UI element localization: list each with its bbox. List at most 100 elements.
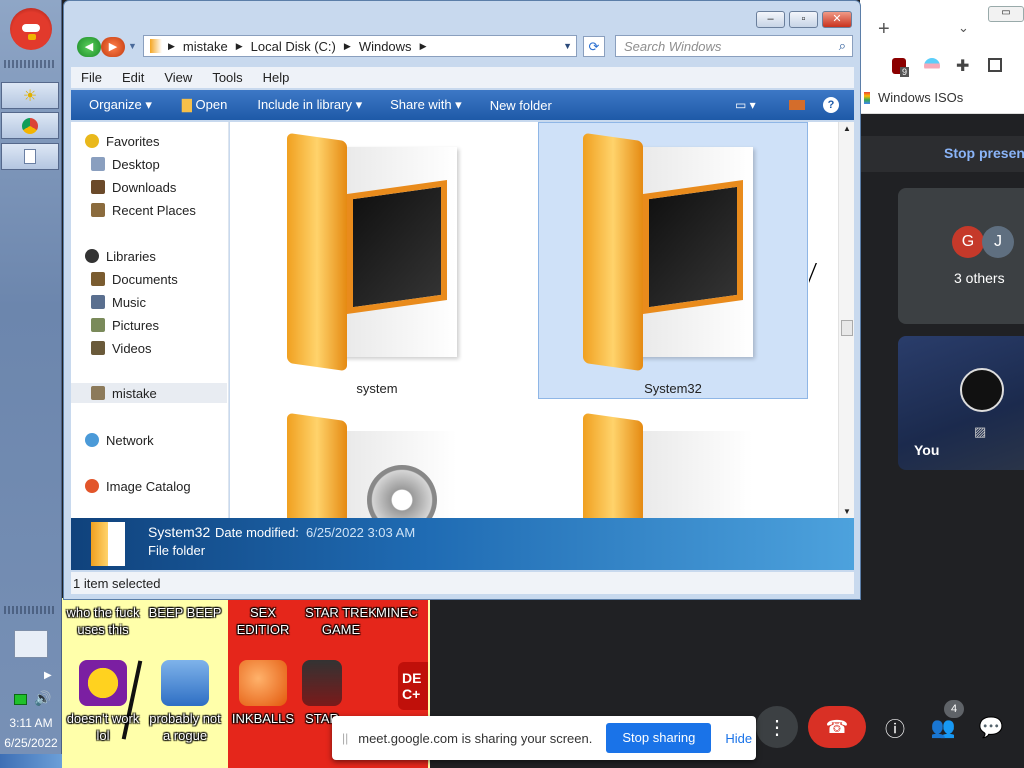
- clock-date[interactable]: 6/25/2022: [0, 736, 62, 750]
- new-tab-button[interactable]: +: [878, 18, 890, 41]
- help-icon[interactable]: ?: [823, 97, 839, 113]
- breadcrumb-mistake[interactable]: mistake: [183, 39, 228, 54]
- back-button[interactable]: ◀: [77, 37, 101, 57]
- taskbar-document-button[interactable]: [1, 143, 59, 170]
- nav-pictures[interactable]: Pictures: [91, 315, 159, 335]
- desktop-icon-rogue[interactable]: probably not a rogue: [144, 660, 226, 744]
- share-with-button[interactable]: Share with ▾: [390, 97, 462, 113]
- desktop-label-3[interactable]: SEX EDITIOR: [222, 604, 304, 638]
- expand-tray-icon[interactable]: ▶: [44, 670, 52, 681]
- recent-pages-icon[interactable]: ▼: [128, 41, 137, 51]
- hide-banner-button[interactable]: Hide: [725, 731, 752, 746]
- menu-help[interactable]: Help: [253, 70, 300, 85]
- desktop-icon-label: INKBALLS: [231, 711, 295, 726]
- status-text: 1 item selected: [73, 575, 161, 591]
- documents-icon: [91, 272, 105, 286]
- volume-icon[interactable]: 🔊: [34, 690, 51, 707]
- refresh-button[interactable]: ⟳: [583, 36, 605, 57]
- notepad-tray-icon[interactable]: [14, 630, 48, 658]
- navigation-pane: Favorites Desktop Downloads Recent Place…: [71, 122, 229, 518]
- menu-view[interactable]: View: [154, 70, 202, 85]
- desktop-label-4[interactable]: STAR TREK GAME: [300, 604, 382, 638]
- screen-share-banner: || meet.google.com is sharing your scree…: [332, 716, 756, 760]
- nav-downloads[interactable]: Downloads: [91, 177, 176, 197]
- nav-documents[interactable]: Documents: [91, 269, 178, 289]
- end-call-button[interactable]: ☎: [808, 706, 866, 748]
- nav-videos[interactable]: Videos: [91, 338, 152, 358]
- self-tile[interactable]: ▨ You: [898, 336, 1024, 470]
- info-button[interactable]: ⓘ: [874, 706, 916, 748]
- taskbar-sun-button[interactable]: ☀: [1, 82, 59, 109]
- preview-pane-icon[interactable]: [789, 100, 805, 110]
- breadcrumb-local-disk[interactable]: Local Disk (C:): [251, 39, 336, 54]
- nav-network[interactable]: Network: [85, 430, 154, 450]
- folder-item-3[interactable]: [242, 402, 512, 518]
- taskbar-chrome-button[interactable]: [1, 112, 59, 139]
- scroll-thumb[interactable]: [841, 320, 853, 336]
- nav-favorites[interactable]: Favorites: [85, 131, 159, 151]
- clock-time[interactable]: 3:11 AM: [0, 716, 62, 730]
- new-folder-button[interactable]: New folder: [490, 98, 552, 113]
- minimize-button[interactable]: –: [756, 11, 785, 28]
- bookmark-windows-isos[interactable]: Windows ISOs: [864, 90, 963, 105]
- desktop-label-1[interactable]: who the fuck uses this: [62, 604, 144, 638]
- folder-item-system[interactable]: system: [242, 122, 512, 399]
- nav-libraries[interactable]: Libraries: [85, 246, 156, 266]
- bookmark-color-icon: [864, 91, 870, 104]
- desktop-label-2[interactable]: BEEP BEEP: [144, 604, 226, 621]
- close-button[interactable]: ✕: [822, 11, 852, 28]
- stop-sharing-button[interactable]: Stop sharing: [606, 723, 712, 753]
- breadcrumb-sep-icon: ▶: [168, 40, 175, 51]
- maximize-button[interactable]: ▫: [789, 11, 818, 28]
- desktop-icon: [91, 157, 105, 171]
- window-minimize-button[interactable]: ▭: [988, 6, 1024, 22]
- others-tile[interactable]: G J 3 others: [898, 188, 1024, 324]
- explorer-titlebar[interactable]: – ▫ ✕: [64, 1, 860, 35]
- self-label: You: [914, 442, 940, 458]
- menu-tools[interactable]: Tools: [202, 70, 252, 85]
- nav-recent-places[interactable]: Recent Places: [91, 200, 196, 220]
- nav-image-catalog[interactable]: Image Catalog: [85, 476, 191, 496]
- organize-button[interactable]: Organize ▾: [89, 97, 152, 113]
- forward-button[interactable]: ▶: [101, 37, 125, 57]
- mouse-cursor-icon: [808, 262, 816, 282]
- folder-item-4[interactable]: [538, 402, 808, 518]
- include-library-button[interactable]: Include in library ▾: [257, 97, 362, 113]
- search-icon[interactable]: ⌕: [839, 38, 846, 54]
- nav-music[interactable]: Music: [91, 292, 146, 312]
- more-options-button[interactable]: ⋮: [756, 706, 798, 748]
- vertical-scrollbar[interactable]: ▲ ▼: [838, 122, 854, 518]
- angry-bird-start-icon[interactable]: [10, 8, 52, 50]
- scroll-down-icon[interactable]: ▼: [843, 507, 851, 516]
- desktop-icon-yahoo[interactable]: doesn't work lol: [62, 660, 144, 744]
- nav-desktop[interactable]: Desktop: [91, 154, 160, 174]
- puzzle-extensions-icon[interactable]: ✚: [956, 56, 969, 76]
- menu-file[interactable]: File: [71, 70, 112, 85]
- desktop-icon-inkballs[interactable]: INKBALLS: [222, 660, 304, 727]
- folder-item-system32[interactable]: System32: [538, 122, 808, 399]
- search-input[interactable]: Search Windows ⌕: [615, 35, 853, 57]
- tab-dropdown-icon[interactable]: ⌄: [958, 20, 969, 36]
- nav-pictures-label: Pictures: [112, 317, 159, 333]
- breadcrumb-windows[interactable]: Windows: [359, 39, 412, 54]
- flag-extension-icon[interactable]: [924, 58, 940, 74]
- drag-handle-icon[interactable]: ||: [342, 731, 348, 745]
- sidepanel-icon[interactable]: [988, 58, 1002, 72]
- music-icon: [91, 295, 105, 309]
- network-tray-icon[interactable]: [14, 694, 27, 705]
- file-list: system System32 ▲ ▼: [230, 122, 854, 518]
- nav-favorites-label: Favorites: [106, 133, 160, 149]
- scroll-up-icon[interactable]: ▲: [843, 124, 851, 133]
- chat-button[interactable]: 💬: [970, 706, 1012, 748]
- view-options-icon[interactable]: ▭ ▾: [735, 98, 756, 112]
- stop-presenting-button[interactable]: Stop presen: [944, 145, 1024, 161]
- menu-edit[interactable]: Edit: [112, 70, 154, 85]
- dev-cpp-icon[interactable]: DE C+: [398, 662, 428, 710]
- breadcrumb[interactable]: ▶ mistake ▶ Local Disk (C:) ▶ Windows ▶ …: [143, 35, 577, 57]
- browser-menu-icon[interactable]: ⋮: [1018, 56, 1024, 76]
- address-dropdown-icon[interactable]: ▼: [563, 41, 572, 51]
- search-placeholder: Search Windows: [624, 38, 722, 54]
- nav-homegroup[interactable]: mistake: [71, 383, 227, 403]
- desktop-label-5[interactable]: MINEC: [376, 604, 428, 621]
- open-button[interactable]: ▇ Open: [182, 97, 227, 113]
